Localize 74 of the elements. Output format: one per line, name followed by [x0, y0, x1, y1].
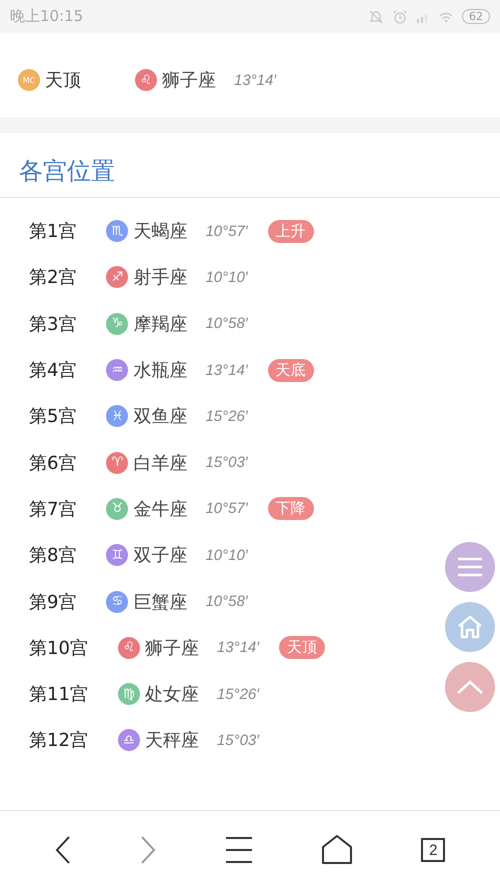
house-label: 第5宫	[29, 405, 76, 428]
degree-text: 15°26′	[216, 686, 260, 703]
scroll-top-button[interactable]	[445, 662, 495, 712]
degree-text: 10°58′	[205, 315, 248, 332]
degree-text: 13°14′	[205, 362, 248, 379]
degree-text: 13°14′	[234, 72, 276, 88]
section-title: 各宫位置	[0, 155, 500, 198]
house-label: 第8宫	[29, 544, 76, 568]
sign-icon: ♐	[106, 266, 128, 288]
sign-name: 巨蟹座	[133, 590, 188, 614]
chevron-up-icon	[456, 679, 484, 695]
degree-text: 15°03′	[205, 454, 248, 472]
sign-name: 处女座	[144, 683, 199, 706]
sign-name: 天秤座	[144, 729, 199, 752]
degree-text: 10°57′	[205, 222, 248, 240]
house-label: 第4宫	[29, 359, 76, 382]
sign-name: 金牛座	[133, 498, 188, 521]
house-label: 第3宫	[29, 312, 76, 336]
sign-name: 狮子座	[144, 636, 199, 660]
house-label: 第6宫	[29, 452, 76, 475]
home-button[interactable]	[445, 602, 495, 652]
status-time: 晚上10:15	[10, 7, 84, 26]
angle-name: 天顶	[45, 69, 82, 92]
degree-text: 10°58′	[205, 593, 248, 610]
house-label: 第9宫	[29, 590, 76, 614]
degree-text: 15°03′	[216, 732, 260, 749]
house-label: 第10宫	[29, 636, 88, 660]
house-label: 第7宫	[29, 498, 76, 521]
house-label: 第2宫	[29, 266, 76, 290]
sign-name: 水瓶座	[133, 359, 188, 382]
sign-icon: ♑	[106, 312, 128, 335]
home-icon	[457, 615, 483, 639]
sign-icon: ♌	[118, 636, 140, 659]
forward-icon[interactable]	[140, 836, 156, 864]
sign-name: 双子座	[133, 544, 188, 568]
menu-button[interactable]	[445, 542, 495, 592]
angle-tag: 下降	[268, 497, 314, 520]
sign-name: 狮子座	[162, 69, 216, 92]
sign-icon: ♏	[106, 220, 128, 242]
tab-count-button[interactable]: 2	[421, 838, 446, 862]
angle-tag: 天顶	[279, 636, 326, 660]
sign-name: 天蝎座	[133, 220, 188, 244]
sign-icon: ♌	[135, 69, 157, 91]
sign-icon: ♎	[118, 729, 140, 752]
battery-level: 62	[462, 9, 490, 24]
sign-name: 白羊座	[133, 452, 188, 475]
mc-badge: MC	[18, 69, 40, 91]
sign-name: 摩羯座	[133, 312, 188, 336]
angle-tag: 天底	[268, 358, 314, 382]
menu-icon	[457, 557, 483, 577]
house-label: 第12宫	[29, 729, 88, 752]
degree-text: 10°57′	[205, 500, 248, 518]
mute-icon	[368, 8, 384, 24]
sign-icon: ♋	[106, 590, 128, 613]
sign-name: 双鱼座	[133, 405, 188, 428]
sign-icon: ♈	[106, 452, 128, 474]
sign-icon: ♒	[106, 359, 128, 382]
home-icon[interactable]	[322, 835, 352, 865]
house-label: 第11宫	[29, 683, 88, 706]
degree-text: 10°10′	[205, 546, 248, 564]
sign-icon: ♉	[106, 498, 128, 520]
back-icon[interactable]	[54, 836, 71, 864]
sign-icon: ♊	[106, 544, 128, 566]
degree-text: 10°10′	[205, 268, 248, 286]
sign-icon: ♍	[118, 683, 140, 706]
sign-name: 射手座	[133, 266, 188, 290]
menu-icon[interactable]	[224, 836, 253, 864]
degree-text: 15°26′	[205, 408, 248, 425]
angle-tag: 上升	[268, 220, 314, 243]
wifi-icon	[438, 10, 454, 22]
alarm-icon	[392, 8, 408, 24]
degree-text: 13°14′	[216, 639, 260, 656]
sign-icon: ♓	[106, 405, 128, 428]
house-label: 第1宫	[29, 220, 76, 244]
